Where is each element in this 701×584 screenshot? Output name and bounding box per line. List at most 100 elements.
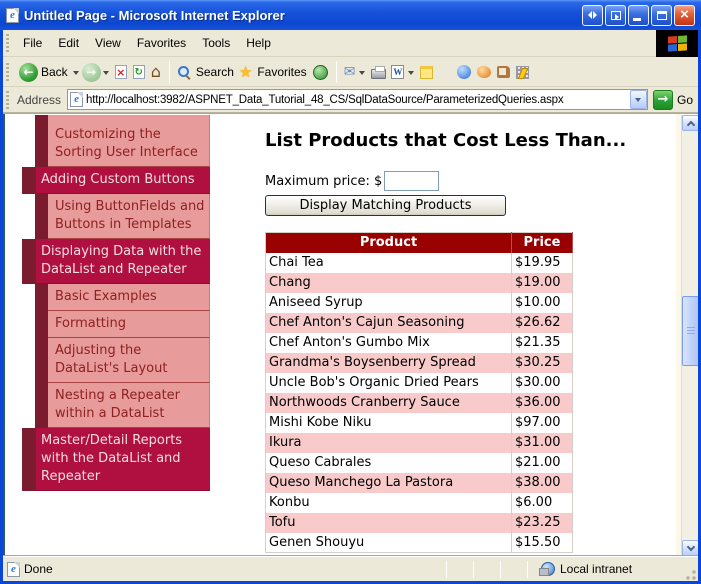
sidebar-item[interactable]: Adding Custom Buttons xyxy=(22,167,210,194)
product-cell: Aniseed Syrup xyxy=(265,292,512,313)
scrollbar-thumb[interactable] xyxy=(682,296,698,366)
edit-dropdown-icon[interactable] xyxy=(408,70,415,78)
address-url[interactable]: http://localhost:3982/ASPNET_Data_Tutori… xyxy=(86,94,630,106)
go-button[interactable]: → Go xyxy=(652,89,693,110)
favorites-star-icon[interactable]: ★ xyxy=(239,64,252,80)
search-button[interactable]: Search xyxy=(196,65,234,79)
status-pane-divider xyxy=(473,560,474,578)
history-icon[interactable] xyxy=(312,64,328,80)
sidebar-item[interactable]: Adjusting the DataList's Layout xyxy=(35,338,210,383)
sidebar-item-label xyxy=(48,115,210,122)
product-row: Queso Manchego La Pastora $38.00 xyxy=(265,472,573,493)
messenger-icon[interactable] xyxy=(457,65,472,79)
product-cell: Tofu xyxy=(265,512,512,533)
sidebar-item[interactable]: Master/Detail Reports with the DataList … xyxy=(22,428,210,491)
menu-bar: File Edit View Favorites Tools Help xyxy=(3,29,698,57)
titlebar-arrows-button[interactable] xyxy=(582,4,603,26)
menu-item-help[interactable]: Help xyxy=(238,32,279,54)
sidebar-item[interactable]: Nesting a Repeater within a DataList xyxy=(35,383,210,428)
max-price-input[interactable] xyxy=(384,171,440,191)
product-cell: Mishi Kobe Niku xyxy=(265,412,512,433)
max-price-label: Maximum price: $ xyxy=(265,173,383,189)
scroll-up-button[interactable] xyxy=(682,115,698,131)
search-icon[interactable] xyxy=(177,65,191,79)
mail-icon[interactable]: ✉ xyxy=(344,65,356,79)
sidebar-item[interactable]: Basic Examples xyxy=(35,284,210,311)
product-cell: Grandma's Boysenberry Spread xyxy=(265,352,512,373)
forward-icon[interactable]: → xyxy=(81,62,101,82)
maximize-icon xyxy=(656,10,667,20)
home-icon[interactable]: ⌂ xyxy=(151,64,161,80)
scroll-down-button[interactable] xyxy=(682,540,698,556)
forward-dropdown-icon[interactable] xyxy=(102,70,109,78)
main-content: List Products that Cost Less Than... Max… xyxy=(265,114,675,553)
titlebar-popout-button[interactable] xyxy=(605,4,626,26)
research-icon[interactable] xyxy=(497,66,511,78)
titlebar[interactable]: Untitled Page - Microsoft Internet Explo… xyxy=(0,0,701,30)
price-cell: $6.00 xyxy=(511,492,573,513)
maximize-button[interactable] xyxy=(651,4,672,26)
back-dropdown-icon[interactable] xyxy=(72,70,79,78)
chevron-down-icon xyxy=(635,97,642,105)
menu-item-edit[interactable]: Edit xyxy=(50,32,87,54)
quick-launch-icon[interactable] xyxy=(516,65,530,79)
product-cell: Uncle Bob's Organic Dried Pears xyxy=(265,372,512,393)
mail-dropdown-icon[interactable] xyxy=(359,70,366,78)
sidebar-item-label: Adding Custom Buttons xyxy=(36,167,210,194)
menu-items: File Edit View Favorites Tools Help xyxy=(15,32,656,54)
sidebar-item[interactable]: Displaying Data with the DataList and Re… xyxy=(22,239,210,284)
sidebar-nav: Customizing the Sorting User Interface Ad… xyxy=(3,115,218,556)
status-page-icon xyxy=(7,561,20,577)
product-row: Tofu $23.25 xyxy=(265,512,573,533)
product-cell: Genen Shouyu xyxy=(265,532,512,553)
browser-window: Untitled Page - Microsoft Internet Explo… xyxy=(0,0,701,584)
toolbar-grip[interactable] xyxy=(6,63,9,81)
msn-butterfly-icon[interactable] xyxy=(477,66,492,78)
minimize-button[interactable] xyxy=(628,4,649,26)
display-products-button[interactable]: Display Matching Products xyxy=(265,195,506,216)
price-cell: $31.00 xyxy=(511,432,573,453)
price-cell: $36.00 xyxy=(511,392,573,413)
back-icon[interactable]: ← xyxy=(19,62,38,82)
discuss-notes-icon[interactable] xyxy=(420,65,434,79)
price-cell: $21.35 xyxy=(511,332,573,353)
page-title: List Products that Cost Less Than... xyxy=(265,130,627,151)
menu-item-file[interactable]: File xyxy=(15,32,50,54)
resize-grip[interactable] xyxy=(683,567,697,581)
go-label: Go xyxy=(676,92,693,107)
sidebar-item[interactable]: Using ButtonFields and Buttons in Templa… xyxy=(35,194,210,239)
menu-item-view[interactable]: View xyxy=(87,32,129,54)
product-column-header: Product xyxy=(265,232,512,253)
status-pane-divider xyxy=(500,560,501,578)
vertical-scrollbar[interactable] xyxy=(681,115,698,556)
address-dropdown-button[interactable] xyxy=(629,90,647,109)
sidebar-item xyxy=(35,115,210,122)
favorites-button[interactable]: Favorites xyxy=(257,65,306,79)
refresh-icon[interactable] xyxy=(132,65,145,79)
sidebar-item-label: Customizing the Sorting User Interface xyxy=(48,122,210,167)
menubar-grip[interactable] xyxy=(6,34,9,52)
addressbar-grip[interactable] xyxy=(6,90,9,109)
product-row: Northwoods Cranberry Sauce $36.00 xyxy=(265,392,573,413)
sidebar-item[interactable]: Formatting xyxy=(35,311,210,338)
edit-with-word-icon[interactable] xyxy=(391,65,405,79)
close-button[interactable] xyxy=(674,4,695,26)
window-title: Untitled Page - Microsoft Internet Explo… xyxy=(24,7,285,23)
product-row: Ikura $31.00 xyxy=(265,432,573,453)
product-cell: Northwoods Cranberry Sauce xyxy=(265,392,512,413)
stop-icon[interactable] xyxy=(114,65,127,79)
menu-item-favorites[interactable]: Favorites xyxy=(129,32,194,54)
toolbar-separator xyxy=(168,61,170,83)
print-icon[interactable] xyxy=(371,66,387,79)
address-field[interactable]: http://localhost:3982/ASPNET_Data_Tutori… xyxy=(67,89,648,110)
address-label: Address xyxy=(17,92,62,107)
go-arrow-icon: → xyxy=(652,89,673,110)
toolbar-separator xyxy=(335,61,337,83)
sidebar-item[interactable]: Customizing the Sorting User Interface xyxy=(35,122,210,167)
price-cell: $26.62 xyxy=(511,312,573,333)
product-cell: Ikura xyxy=(265,432,512,453)
sidebar-item-label: Displaying Data with the DataList and Re… xyxy=(36,239,210,284)
product-row: Chang $19.00 xyxy=(265,272,573,293)
menu-item-tools[interactable]: Tools xyxy=(194,32,238,54)
back-button[interactable]: Back xyxy=(41,65,68,79)
